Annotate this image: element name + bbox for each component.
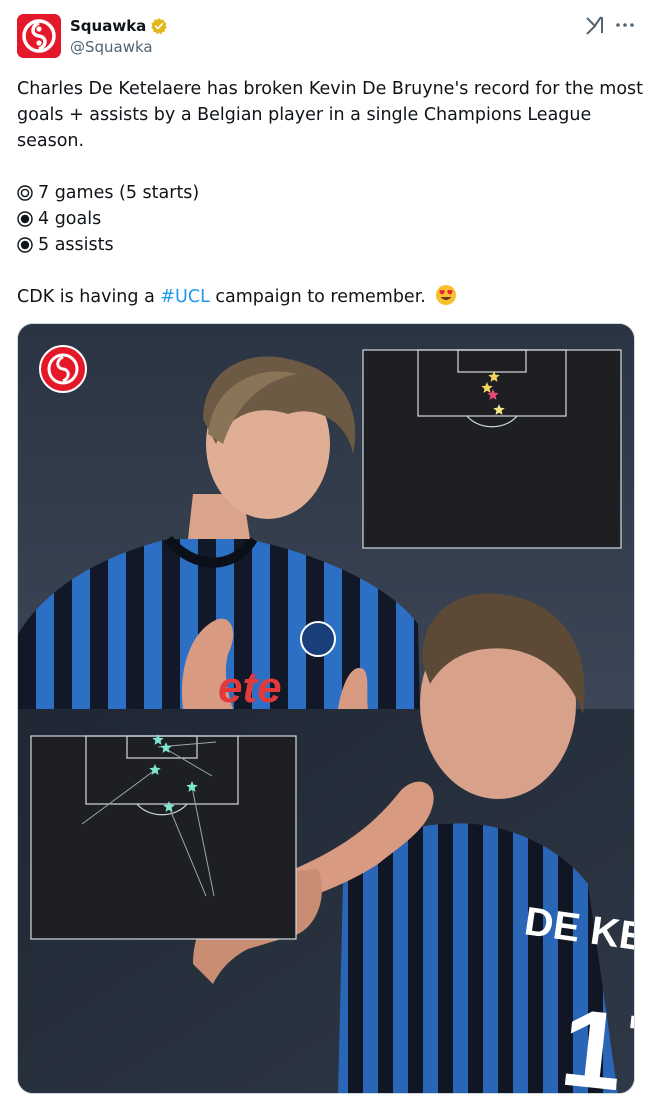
tweet-intro: Charles De Ketelaere has broken Kevin De…: [17, 79, 644, 151]
stat-games-text: 7 games (5 starts): [38, 183, 200, 203]
closing-before: CDK is having a: [17, 287, 155, 307]
tweet-text: Charles De Ketelaere has broken Kevin De…: [17, 76, 647, 310]
grok-icon[interactable]: [584, 14, 606, 36]
squawka-logo-icon: [39, 345, 87, 393]
closing-after: campaign to remember.: [215, 287, 426, 307]
tweet-media-image[interactable]: ete DE KETELAE 17: [17, 323, 635, 1094]
circled-ring-icon: [17, 185, 33, 201]
hashtag-ucl[interactable]: #UCL: [160, 287, 209, 307]
heart-eyes-emoji-icon: [436, 285, 457, 305]
author-display-name[interactable]: Squawka: [70, 17, 146, 35]
verified-badge-icon: [151, 18, 168, 35]
media-artwork: ete DE KETELAE 17: [18, 324, 635, 1094]
filled-circle-icon: [17, 237, 33, 253]
tweet-card: Squawka @Squawka Charles De Ketelaere ha…: [0, 0, 672, 1106]
avatar[interactable]: [17, 14, 61, 58]
svg-text:17: 17: [555, 986, 635, 1094]
stat-goals-text: 4 goals: [38, 209, 102, 229]
stat-games: 7 games (5 starts): [17, 180, 647, 206]
more-dots-icon[interactable]: [614, 14, 636, 36]
author-handle[interactable]: @Squawka: [70, 38, 153, 56]
tweet-closing: CDK is having a #UCL campaign to remembe…: [17, 284, 647, 310]
svg-text:ete: ete: [218, 663, 282, 712]
filled-circle-icon: [17, 211, 33, 227]
squawka-logo-icon: [17, 14, 61, 58]
stat-assists: 5 assists: [17, 232, 647, 258]
author-name-row[interactable]: Squawka: [70, 15, 168, 37]
stat-goals: 4 goals: [17, 206, 647, 232]
stat-assists-text: 5 assists: [38, 235, 114, 255]
assists-shot-map: [30, 735, 297, 940]
